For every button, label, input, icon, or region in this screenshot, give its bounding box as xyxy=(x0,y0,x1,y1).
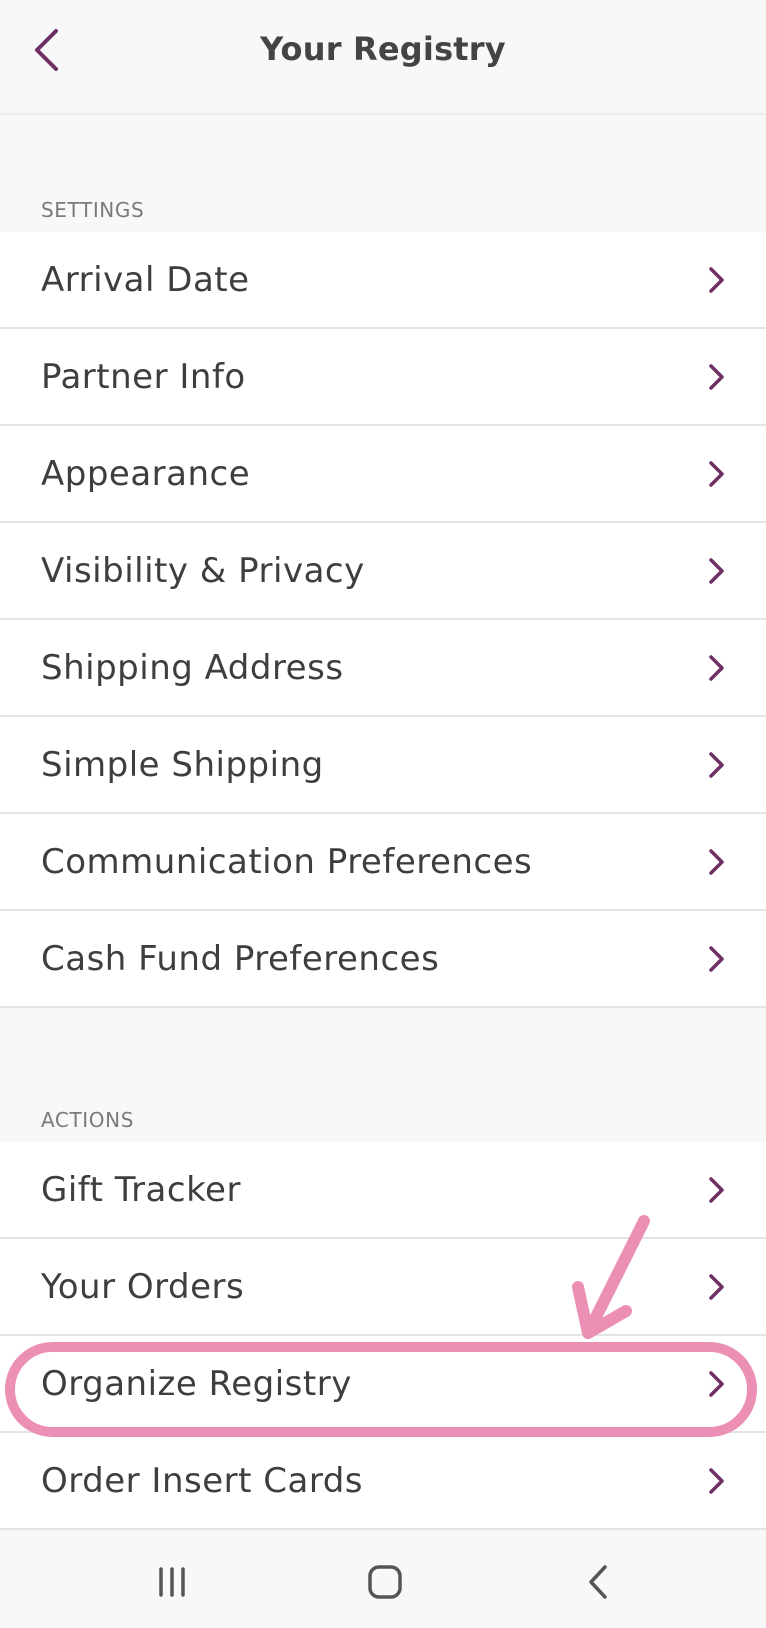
chevron-right-icon xyxy=(709,558,724,584)
actions-list: Gift Tracker Your Orders Organize Regist… xyxy=(0,1142,766,1530)
back-icon xyxy=(589,1565,607,1599)
list-item-label: Appearance xyxy=(41,454,251,494)
home-icon xyxy=(368,1565,402,1599)
chevron-right-icon xyxy=(709,946,724,972)
chevron-right-icon xyxy=(709,461,724,487)
settings-item-arrival-date[interactable]: Arrival Date xyxy=(0,232,766,329)
settings-section-label: SETTINGS xyxy=(41,198,145,222)
list-item-label: Partner Info xyxy=(41,357,246,397)
recents-button[interactable] xyxy=(142,1554,202,1610)
settings-list: Arrival Date Partner Info Appearance Vis… xyxy=(0,232,766,1008)
chevron-right-icon xyxy=(709,1177,724,1203)
actions-section-label: ACTIONS xyxy=(41,1108,135,1132)
settings-item-partner-info[interactable]: Partner Info xyxy=(0,329,766,426)
list-item-label: Organize Registry xyxy=(41,1364,352,1404)
list-item-label: Cash Fund Preferences xyxy=(41,939,440,979)
chevron-right-icon xyxy=(709,752,724,778)
chevron-right-icon xyxy=(709,655,724,681)
list-item-label: Order Insert Cards xyxy=(41,1461,364,1501)
actions-item-order-insert-cards[interactable]: Order Insert Cards xyxy=(0,1433,766,1530)
page-title: Your Registry xyxy=(260,30,506,68)
chevron-right-icon xyxy=(709,1468,724,1494)
list-item-label: Arrival Date xyxy=(41,260,250,300)
settings-item-shipping-address[interactable]: Shipping Address xyxy=(0,620,766,717)
settings-item-simple-shipping[interactable]: Simple Shipping xyxy=(0,717,766,814)
actions-item-your-orders[interactable]: Your Orders xyxy=(0,1239,766,1336)
registry-settings-screen: Your Registry SETTINGS Arrival Date Part… xyxy=(0,0,766,1628)
list-item-label: Your Orders xyxy=(41,1267,245,1307)
recents-icon xyxy=(159,1567,185,1597)
back-nav-button[interactable] xyxy=(568,1554,628,1610)
actions-item-gift-tracker[interactable]: Gift Tracker xyxy=(0,1142,766,1239)
list-item-label: Visibility & Privacy xyxy=(41,551,365,591)
system-nav-bar xyxy=(0,1536,766,1628)
settings-item-appearance[interactable]: Appearance xyxy=(0,426,766,523)
actions-item-organize-registry[interactable]: Organize Registry xyxy=(0,1336,766,1433)
list-item-label: Gift Tracker xyxy=(41,1170,241,1210)
top-bar: Your Registry xyxy=(0,0,766,115)
list-item-label: Shipping Address xyxy=(41,648,344,688)
chevron-right-icon xyxy=(709,1274,724,1300)
list-item-label: Communication Preferences xyxy=(41,842,533,882)
chevron-right-icon xyxy=(709,267,724,293)
settings-item-visibility-privacy[interactable]: Visibility & Privacy xyxy=(0,523,766,620)
settings-item-communication-preferences[interactable]: Communication Preferences xyxy=(0,814,766,911)
settings-item-cash-fund-preferences[interactable]: Cash Fund Preferences xyxy=(0,911,766,1008)
chevron-right-icon xyxy=(709,1371,724,1397)
home-button[interactable] xyxy=(355,1554,415,1610)
list-item-label: Simple Shipping xyxy=(41,745,324,785)
chevron-right-icon xyxy=(709,364,724,390)
chevron-right-icon xyxy=(709,849,724,875)
